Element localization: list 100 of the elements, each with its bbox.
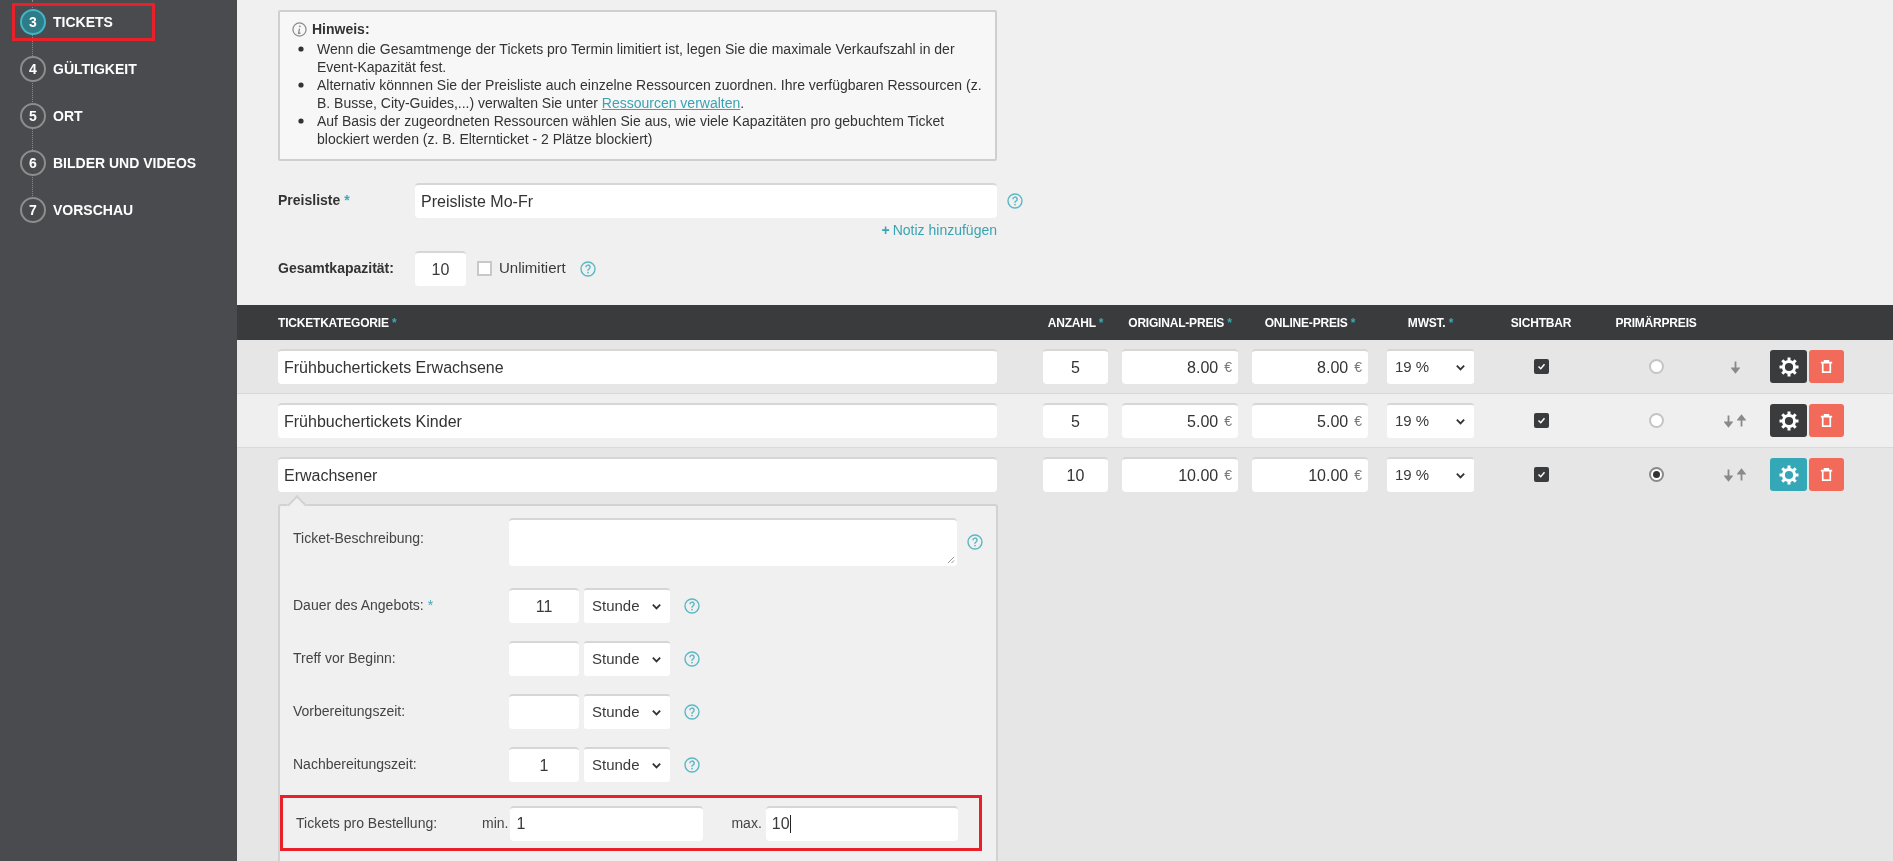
- field-label: max.: [731, 813, 762, 833]
- step-link[interactable]: GÜLTIGKEIT: [53, 58, 137, 80]
- field-label: Tickets pro Bestellung:: [296, 813, 439, 833]
- radio-button[interactable]: [1648, 467, 1664, 482]
- price-input[interactable]: 10.00 €: [1252, 457, 1368, 492]
- trash-icon: [1818, 466, 1835, 483]
- field-label: Vorbereitungszeit:: [293, 702, 407, 721]
- unit-select[interactable]: Stunde: [584, 588, 670, 623]
- field-label: Ticket-Beschreibung:: [293, 529, 425, 548]
- duration-input[interactable]: [509, 641, 579, 676]
- arrow-up-icon[interactable]: [1737, 467, 1746, 482]
- column-header: PRIMÄRPREIS: [1615, 314, 1697, 332]
- help-icon[interactable]: [967, 534, 983, 550]
- description-textarea[interactable]: [509, 518, 957, 566]
- field-label: Preisliste *: [278, 191, 351, 210]
- step-link[interactable]: TICKETS: [53, 11, 113, 33]
- price-input[interactable]: 10.00 €: [1122, 457, 1238, 492]
- duration-input[interactable]: 11: [509, 588, 579, 623]
- help-icon[interactable]: [684, 703, 700, 720]
- unit-select[interactable]: 19 %: [1387, 457, 1474, 492]
- chevron-down-icon: [1455, 416, 1466, 427]
- capacity-input[interactable]: 10: [415, 251, 466, 286]
- column-header: ORIGINAL-PREIS *: [1128, 314, 1232, 332]
- category-input[interactable]: Frühbuchertickets Erwachsene: [278, 349, 997, 384]
- column-header: ONLINE-PREIS *: [1264, 314, 1356, 332]
- delete-button[interactable]: [1809, 458, 1844, 491]
- step-number: 7: [20, 197, 46, 223]
- chevron-down-icon: [1455, 362, 1466, 373]
- arrow-down-icon[interactable]: [1724, 467, 1733, 482]
- help-icon[interactable]: [1007, 192, 1023, 209]
- hint-title: Hinweis:: [312, 20, 370, 38]
- category-input[interactable]: Frühbuchertickets Kinder: [278, 403, 997, 438]
- trash-icon: [1818, 358, 1835, 375]
- hint-text: Wenn die Gesamtmenge der Tickets pro Termin limitiert ist, legen Sie die maximale Verkaufszahl in der Event-Kapazität fest.: [317, 40, 956, 76]
- checkmark-icon: [1536, 470, 1546, 479]
- column-header: SICHTBAR: [1510, 314, 1572, 332]
- field-label: Treff vor Beginn:: [293, 649, 397, 668]
- step-number: 3: [20, 9, 46, 35]
- help-icon[interactable]: [684, 650, 700, 667]
- settings-icon: [1778, 410, 1799, 431]
- unit-select[interactable]: Stunde: [584, 641, 670, 676]
- duration-input[interactable]: [509, 694, 579, 729]
- settings-icon: [1778, 464, 1799, 485]
- price-input[interactable]: 5.00 €: [1122, 403, 1238, 438]
- resize-handle-icon[interactable]: [947, 556, 955, 564]
- quantity-input[interactable]: 10: [1043, 457, 1108, 492]
- field-label: Gesamtkapazität:: [278, 259, 395, 278]
- chevron-down-icon: [651, 760, 662, 771]
- checkbox[interactable]: [477, 261, 492, 276]
- checkbox[interactable]: [1533, 413, 1549, 428]
- trash-icon: [1818, 412, 1835, 429]
- unit-select[interactable]: Stunde: [584, 694, 670, 729]
- price-list-input[interactable]: Preisliste Mo-Fr: [415, 183, 997, 218]
- step-link[interactable]: BILDER UND VIDEOS: [53, 152, 197, 174]
- checkbox-label: Unlimitiert: [499, 258, 566, 279]
- column-header: TICKETKATEGORIE *: [278, 314, 397, 332]
- field-label: Dauer des Angebots: *: [293, 596, 435, 615]
- unit-select[interactable]: 19 %: [1387, 349, 1474, 384]
- hint-text: Auf Basis der zugeordneten Ressourcen wählen Sie aus, wie viele Kapazitäten pro gebuchtem Ticket blockiert werden (z. B. Elternticket - 2 Plätze blockiert): [317, 112, 946, 148]
- arrow-up-icon[interactable]: [1737, 413, 1746, 428]
- radio-button[interactable]: [1648, 359, 1664, 374]
- bullet-icon: [298, 46, 304, 52]
- step-link[interactable]: VORSCHAU: [53, 199, 134, 221]
- info-icon: [292, 21, 307, 37]
- price-input[interactable]: 8.00 €: [1252, 349, 1368, 384]
- field-label: Nachbereitungszeit:: [293, 755, 418, 774]
- step-link[interactable]: ORT: [53, 105, 83, 127]
- help-icon[interactable]: [684, 756, 700, 773]
- field-label: min.: [482, 813, 509, 833]
- quantity-input[interactable]: 5: [1043, 349, 1108, 384]
- checkmark-icon: [1536, 362, 1546, 371]
- settings-button[interactable]: [1770, 404, 1807, 437]
- checkbox[interactable]: [1533, 359, 1549, 374]
- price-input[interactable]: 5.00 €: [1252, 403, 1368, 438]
- chevron-down-icon: [651, 707, 662, 718]
- category-input[interactable]: Erwachsener: [278, 457, 997, 492]
- bullet-icon: [298, 82, 304, 88]
- price-input[interactable]: 8.00 €: [1122, 349, 1238, 384]
- step-number: 5: [20, 103, 46, 129]
- chevron-down-icon: [651, 654, 662, 665]
- column-header: MWST. *: [1407, 314, 1454, 332]
- help-icon[interactable]: [684, 597, 700, 614]
- quantity-input[interactable]: 5: [1043, 403, 1108, 438]
- arrow-down-icon[interactable]: [1730, 359, 1740, 374]
- bullet-icon: [298, 118, 304, 124]
- min-input[interactable]: 1: [510, 805, 704, 841]
- radio-button[interactable]: [1648, 413, 1664, 428]
- checkmark-icon: [1536, 416, 1546, 425]
- column-header: ANZAHL *: [1047, 314, 1104, 332]
- duration-input[interactable]: 1: [509, 747, 579, 782]
- max-input[interactable]: 10: [765, 805, 958, 841]
- help-icon[interactable]: [579, 260, 596, 277]
- chevron-down-icon: [1455, 470, 1466, 481]
- unit-select[interactable]: Stunde: [584, 747, 670, 782]
- unit-select[interactable]: 19 %: [1387, 403, 1474, 438]
- settings-button[interactable]: [1770, 350, 1807, 383]
- hint-text: Alternativ könnnen Sie der Preisliste auch einzelne Ressourcen zuordnen. Ihre verfügbaren Ressourcen (z. B. Busse, City-Guides,...) verwalten Sie unter Ressourcen verwalten.: [317, 76, 983, 112]
- checkbox[interactable]: [1533, 467, 1549, 482]
- arrow-down-icon[interactable]: [1724, 413, 1733, 428]
- settings-icon: [1778, 356, 1799, 377]
